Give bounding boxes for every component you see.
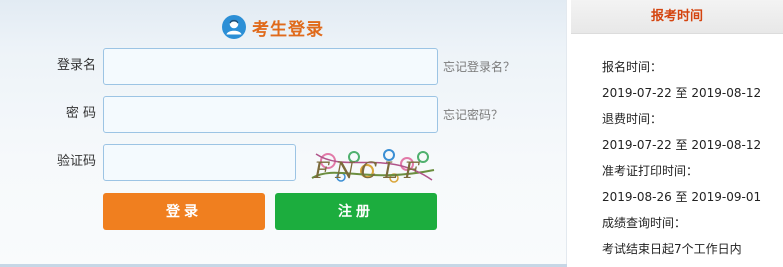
captcha-glyphs: FNCLF [313,159,425,184]
schedule-line: 2019-07-22 至 2019-08-12 [602,86,762,100]
user-icon [222,15,246,39]
captcha-input[interactable] [103,144,296,181]
login-button[interactable]: 登录 [103,193,265,230]
schedule-panel: 报考时间 报名时间： 2019-07-22 至 2019-08-12 退费时间：… [571,0,783,267]
schedule-line: 报名时间： [602,60,663,74]
register-button[interactable]: 注册 [275,193,437,230]
schedule-line: 2019-08-26 至 2019-09-01 [602,190,762,204]
schedule-line: 成绩查询时间： [602,216,687,230]
captcha-label: 验证码 [56,154,96,169]
forgot-password-link[interactable]: 忘记密码？ [443,107,503,123]
schedule-line: 考试结束日起7个工作日内 [602,242,742,256]
login-title: 考生登录 [222,14,324,40]
schedule-header: 报考时间 [571,0,783,34]
schedule-line: 2019-07-22 至 2019-08-12 [602,138,762,152]
login-title-text: 考生登录 [252,19,324,40]
forgot-username-link[interactable]: 忘记登录名？ [443,59,515,75]
schedule-line: 准考证打印时间： [602,164,699,178]
login-panel: 考生登录 登录名 忘记登录名？ 密 码 忘记密码？ 验证码 FNCLF 登录 注… [0,0,567,267]
username-label: 登录名 [56,58,96,73]
password-input[interactable] [103,96,438,133]
username-input[interactable] [103,48,438,85]
captcha-image[interactable]: FNCLF [306,144,440,188]
password-label: 密 码 [65,106,96,121]
schedule-line: 退费时间： [602,112,663,126]
